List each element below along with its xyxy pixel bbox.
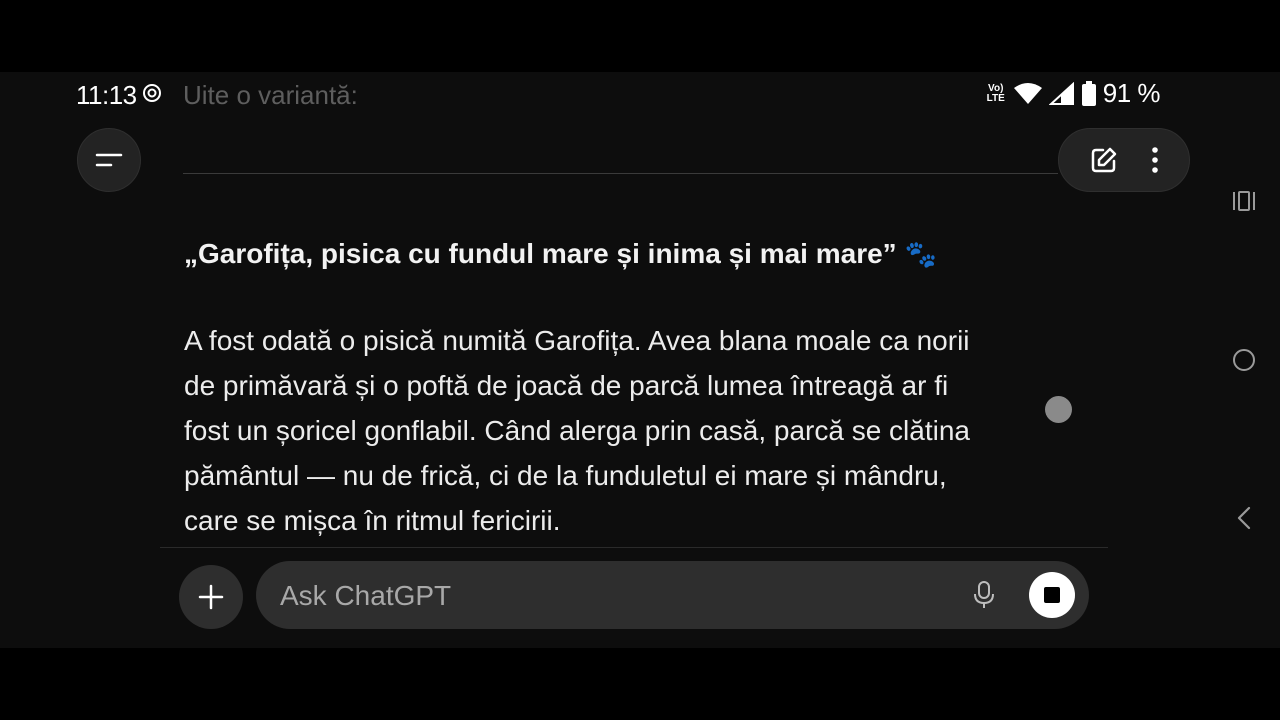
home-icon[interactable] <box>1232 348 1256 372</box>
more-options-button[interactable] <box>1150 145 1160 175</box>
paragraph-line: care se mișca în ritmul fericirii. <box>184 505 561 536</box>
signal-icon <box>1048 81 1074 105</box>
voice-input-button[interactable] <box>968 579 1000 611</box>
paragraph-line: A fost odată o pisică numită Garofița. A… <box>184 325 970 356</box>
faded-previous-line: Uite o variantă: <box>183 80 358 110</box>
paragraph-line: fost un șoricel gonflabil. Când alerga p… <box>184 415 970 446</box>
stop-icon <box>1044 587 1060 603</box>
status-indicators: Vo) LTE 91 % <box>985 78 1161 109</box>
phone-screen: 11:13 Uite o variantă: Vo) LTE 91 % „Gar… <box>0 72 1280 648</box>
status-time: 11:13 <box>76 80 137 110</box>
plus-icon <box>198 584 224 610</box>
story-title-text: „Garofița, pisica cu fundul mare și inim… <box>184 238 897 269</box>
recents-icon[interactable] <box>1232 190 1256 212</box>
composer-bar <box>256 561 1089 629</box>
story-title: „Garofița, pisica cu fundul mare și inim… <box>184 238 937 270</box>
new-chat-button[interactable] <box>1089 145 1119 175</box>
attach-button[interactable] <box>179 565 243 629</box>
dnd-icon <box>143 84 161 102</box>
divider <box>183 173 1058 174</box>
letterbox-top <box>0 0 1280 72</box>
paw-emoji: 🐾 <box>904 239 937 269</box>
paragraph-line: pământul — nu de frică, ci de la fundule… <box>184 460 947 491</box>
menu-icon <box>95 153 123 167</box>
ask-chatgpt-input[interactable] <box>278 575 932 617</box>
volte-icon: Vo) LTE <box>986 82 1005 104</box>
stop-generating-button[interactable] <box>1029 572 1075 618</box>
letterbox-bottom <box>0 648 1280 720</box>
battery-icon <box>1081 80 1096 106</box>
composer-divider <box>160 547 1108 548</box>
header-actions <box>1058 128 1190 192</box>
back-icon[interactable] <box>1234 506 1254 530</box>
wifi-icon <box>1013 82 1042 104</box>
paragraph-line: de primăvară și o poftă de joacă de parc… <box>184 370 949 401</box>
more-vertical-icon <box>1151 147 1158 173</box>
battery-percent: 91 % <box>1102 78 1161 108</box>
menu-button[interactable] <box>77 128 141 192</box>
edit-icon <box>1091 147 1116 173</box>
story-paragraph: A fost odată o pisică numită Garofița. A… <box>184 318 1064 543</box>
mic-icon <box>974 581 994 608</box>
touch-indicator <box>1045 396 1072 423</box>
